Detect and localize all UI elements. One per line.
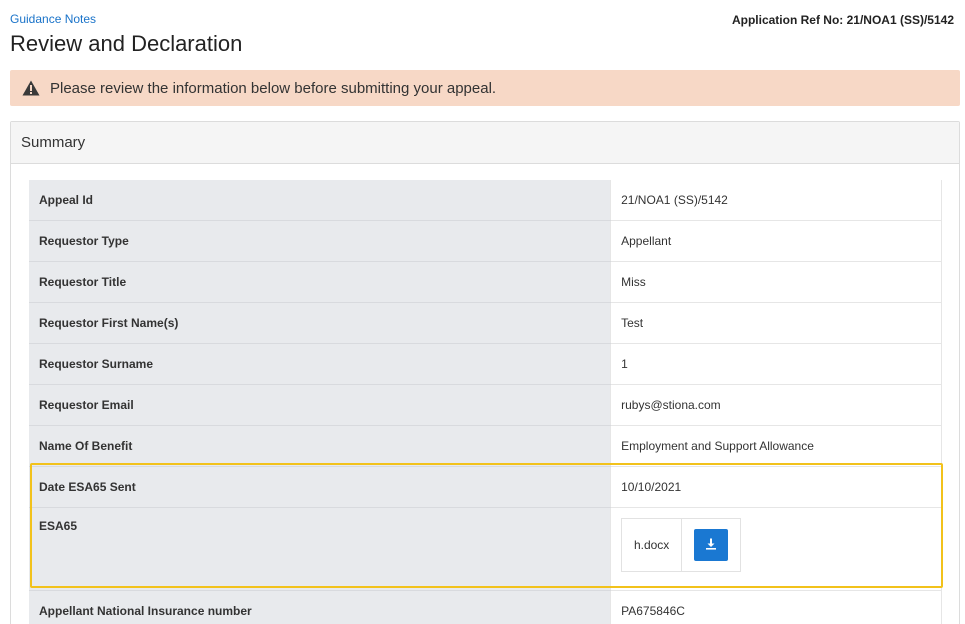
table-row: Appeal Id 21/NOA1 (SS)/5142 [29,180,942,221]
row-label: Requestor Title [29,261,611,303]
row-label: Appellant National Insurance number [29,590,611,624]
warning-triangle-icon [22,80,40,96]
row-value: Test [610,302,942,344]
application-ref: Application Ref No: 21/NOA1 (SS)/5142 [731,13,954,27]
row-label: Name Of Benefit [29,425,611,467]
table-row: Requestor Email rubys@stiona.com [29,384,942,426]
row-label: Requestor First Name(s) [29,302,611,344]
table-row: Requestor First Name(s) Test [29,302,942,344]
alert-text: Please review the information below befo… [50,79,497,97]
row-label: Requestor Email [29,384,611,426]
row-value: Appellant [610,220,942,262]
summary-panel: Summary Appeal Id 21/NOA1 (SS)/5142 Requ… [10,121,960,624]
file-attachment: h.docx [621,518,742,572]
row-value: rubys@stiona.com [610,384,942,426]
row-value: 10/10/2021 [610,466,942,508]
table-row: Appellant National Insurance number PA67… [29,590,942,624]
file-name: h.docx [622,519,683,571]
row-label: Requestor Type [29,220,611,262]
guidance-notes-link[interactable]: Guidance Notes [10,12,96,26]
table-row: Requestor Type Appellant [29,220,942,262]
row-label: ESA65 [29,507,611,591]
row-label: Requestor Surname [29,343,611,385]
row-label: Date ESA65 Sent [29,466,611,508]
download-icon [705,538,717,553]
row-value: PA675846C [610,590,942,624]
row-value: 1 [610,343,942,385]
table-row: ESA65 h.docx [29,507,942,591]
table-row: Requestor Title Miss [29,261,942,303]
summary-heading: Summary [11,122,959,164]
row-value: Miss [610,261,942,303]
row-value: h.docx [610,507,942,591]
download-cell [682,519,740,571]
row-value: 21/NOA1 (SS)/5142 [610,180,942,221]
summary-table: Appeal Id 21/NOA1 (SS)/5142 Requestor Ty… [29,180,942,624]
page-title: Review and Declaration [10,31,243,56]
review-alert: Please review the information below befo… [10,70,960,106]
download-button[interactable] [694,529,729,561]
row-value: Employment and Support Allowance [610,425,942,467]
row-label: Appeal Id [29,180,611,221]
table-row: Requestor Surname 1 [29,343,942,385]
table-row: Date ESA65 Sent 10/10/2021 [29,466,942,508]
table-row: Name Of Benefit Employment and Support A… [29,425,942,467]
